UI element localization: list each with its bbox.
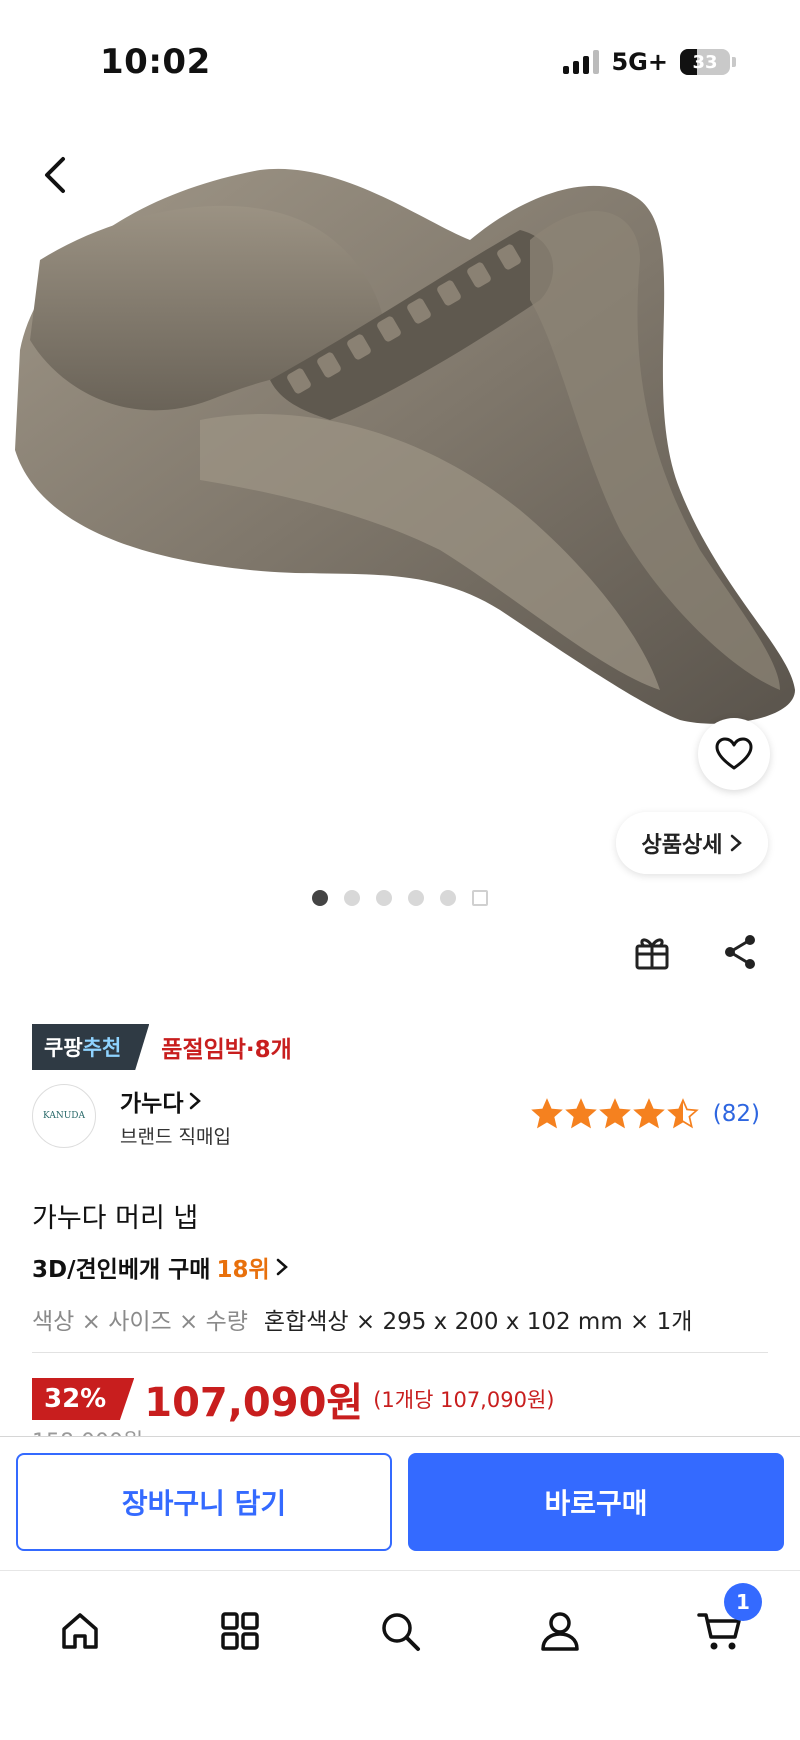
nav-my-account[interactable] [530,1601,590,1661]
network-type: 5G+ [611,48,668,76]
category-rank-link[interactable]: 3D/견인베개 구매 18위 [32,1250,288,1284]
star-rating [531,1098,699,1130]
sale-price: 107,090원 [144,1380,364,1426]
coupang-recommend-badge: 쿠팡추천 [32,1024,150,1070]
product-badges: 쿠팡추천 품절임박·8개 [32,1024,292,1070]
chevron-right-icon [731,834,743,852]
option-labels: 색상 × 사이즈 × 수량 [32,1309,248,1335]
product-image-carousel[interactable]: 상품상세 [0,130,800,890]
product-image [15,168,795,724]
nav-search[interactable] [370,1601,430,1661]
discount-badge: 32% [32,1378,135,1420]
purchase-bar: 장바구니 담기 바로구매 [0,1436,800,1570]
grid-icon [221,1612,259,1650]
carousel-dot[interactable] [344,890,360,906]
add-to-cart-button[interactable]: 장바구니 담기 [16,1453,392,1551]
status-indicators: 5G+ 33 [563,48,736,76]
search-icon [382,1613,420,1651]
bottom-nav: 1 [0,1570,800,1740]
status-time: 10:02 [100,42,211,82]
unit-price: (1개당 107,090원) [373,1388,555,1412]
stock-warning: 품절임박·8개 [161,1037,292,1063]
product-detail-button[interactable]: 상품상세 [616,812,768,874]
gift-button[interactable] [628,928,676,976]
carousel-dot[interactable] [408,890,424,906]
battery-tip [732,57,736,67]
carousel-more-icon[interactable] [472,890,488,906]
buy-now-button[interactable]: 바로구매 [408,1453,784,1551]
product-title: 가누다 머리 냅 [32,1203,199,1234]
star-icon [633,1098,665,1129]
share-icon [725,935,755,969]
nav-cart[interactable]: 1 [690,1583,762,1661]
gift-icon [635,938,669,970]
carousel-dot[interactable] [312,890,328,906]
seller-row: KANUDA 가누다 브랜드 직매입 (82) [32,1084,768,1148]
home-icon [62,1613,98,1649]
cart-count-badge: 1 [724,1583,762,1621]
signal-icon [563,50,600,74]
chevron-right-icon [276,1258,288,1276]
divider [32,1352,768,1353]
selected-options[interactable]: 색상 × 사이즈 × 수량 혼합색상 × 295 x 200 x 102 mm … [32,1302,692,1336]
review-count: (82) [712,1101,760,1127]
chevron-right-icon [190,1092,202,1110]
carousel-dot[interactable] [376,890,392,906]
wishlist-button[interactable] [698,718,770,790]
seller-type: 브랜드 직매입 [120,1126,231,1148]
carousel-dot[interactable] [440,890,456,906]
battery-level: 33 [692,51,718,73]
share-button[interactable] [716,928,764,976]
chevron-left-icon [45,157,65,193]
option-values: 혼합색상 × 295 x 200 x 102 mm × 1개 [263,1309,693,1335]
status-bar: 10:02 5G+ 33 [0,0,800,130]
heart-icon [715,737,753,770]
product-actions [628,928,764,976]
battery-icon: 33 [680,49,730,75]
nav-categories[interactable] [210,1601,270,1661]
star-icon [565,1098,597,1129]
star-icon [599,1098,631,1129]
product-detail-label: 상품상세 [641,833,723,858]
star-icon [531,1098,563,1129]
user-icon [541,1612,579,1651]
carousel-indicator [0,890,800,906]
star-icon [667,1098,699,1129]
price-row: 32% 107,090원 (1개당 107,090원) [32,1370,554,1428]
seller-name-link[interactable]: 가누다 [120,1084,202,1118]
back-button[interactable] [30,150,80,200]
seller-logo[interactable]: KANUDA [32,1084,96,1148]
rating[interactable]: (82) [531,1098,760,1130]
nav-home[interactable] [50,1601,110,1661]
